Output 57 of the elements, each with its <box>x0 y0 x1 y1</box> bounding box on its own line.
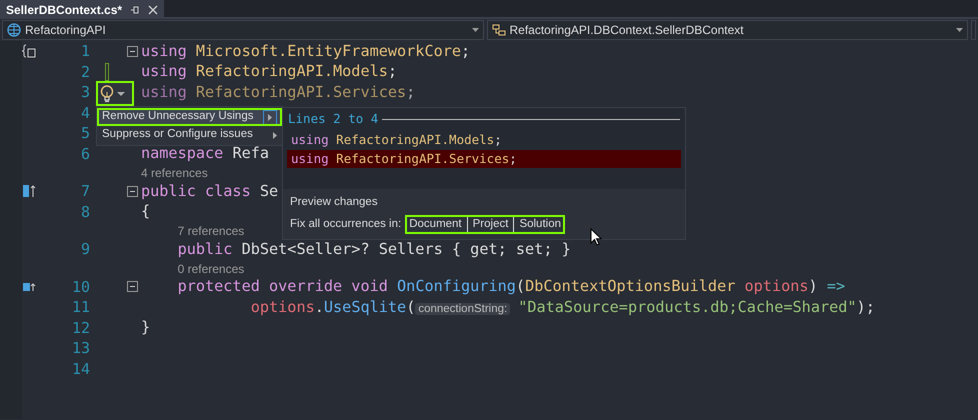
preview-changes-link[interactable]: Preview changes <box>290 196 378 208</box>
code-text: "DataSource=products.db;Cache=Shared"); <box>518 298 875 316</box>
code-text: public class Se <box>141 182 278 200</box>
member-dropdown[interactable]: RefactoringAPI.DBContext.SellerDBContext <box>486 20 968 40</box>
line-number: 6 <box>80 144 90 164</box>
code-text: namespace Refa <box>141 144 270 162</box>
line-number: 8 <box>80 202 90 222</box>
project-dropdown[interactable]: RefactoringAPI <box>2 20 484 40</box>
scope-link[interactable]: Document <box>409 216 462 233</box>
inlay-hint: connectionString: <box>415 302 510 315</box>
line-number: 2 <box>80 62 90 82</box>
submenu-arrow-icon <box>268 114 272 120</box>
fix-all-label: Fix all occurrences in: <box>290 216 402 232</box>
code-text: public DbSet<Seller>? Sellers { get; set; } <box>176 240 571 258</box>
line-number: 3 <box>80 82 90 103</box>
code-text: { <box>141 202 150 220</box>
scope-link[interactable]: Project <box>466 216 508 233</box>
lightbulb-button[interactable] <box>96 81 134 106</box>
globe-icon <box>7 23 21 37</box>
line-number: 13 <box>70 338 90 359</box>
scope-link[interactable]: Solution <box>513 216 561 233</box>
line-number: 14 <box>70 358 90 380</box>
line-number: 7 <box>80 181 90 202</box>
code-lens[interactable]: 0 references <box>178 262 244 276</box>
code-text: using RefactoringAPI.Models; <box>141 62 398 80</box>
submenu-arrow-icon <box>273 132 278 138</box>
code-text: using RefactoringAPI.Services; <box>141 82 416 101</box>
mouse-cursor-icon <box>590 228 602 246</box>
pin-icon[interactable] <box>130 4 140 14</box>
implementation-icon[interactable] <box>22 184 36 198</box>
line-number: 10 <box>70 276 90 298</box>
menu-item[interactable]: Remove Unnecessary Usings <box>97 108 282 126</box>
code-lens[interactable]: 4 references <box>141 166 208 180</box>
class-icon <box>492 23 506 37</box>
line-number: 12 <box>70 318 90 338</box>
code-text: protected override void OnConfiguring(DbContextOptionsBuilder options) => <box>176 277 846 296</box>
close-icon[interactable] <box>148 4 158 14</box>
dropdown-arrow-icon <box>117 92 125 96</box>
line-number: 9 <box>80 239 90 260</box>
line-number: 5 <box>80 123 90 144</box>
code-text: } <box>141 318 150 336</box>
lightbulb-icon <box>100 84 114 102</box>
collapse-toggle[interactable] <box>126 186 138 197</box>
code-lens[interactable]: 7 references <box>178 224 244 238</box>
preview-heading: Lines 2 to 4 <box>288 110 378 128</box>
preview-line: using RefactoringAPI.Models; <box>290 130 503 149</box>
code-text: options.UseSqlite( <box>250 298 416 316</box>
dropdown-arrow-icon <box>956 28 963 32</box>
code-text: using Microsoft.EntityFrameworkCore; <box>141 42 470 60</box>
collapse-toggle[interactable] <box>126 281 138 292</box>
dropdown-arrow-icon <box>472 28 478 32</box>
line-number: 4 <box>80 102 90 124</box>
line-number: 11 <box>70 297 90 318</box>
namespace-icon[interactable] <box>22 44 36 58</box>
menu-item[interactable]: Suppress or Configure issues <box>97 126 282 144</box>
line-number: 1 <box>80 41 90 62</box>
collapse-toggle[interactable] <box>126 46 138 57</box>
